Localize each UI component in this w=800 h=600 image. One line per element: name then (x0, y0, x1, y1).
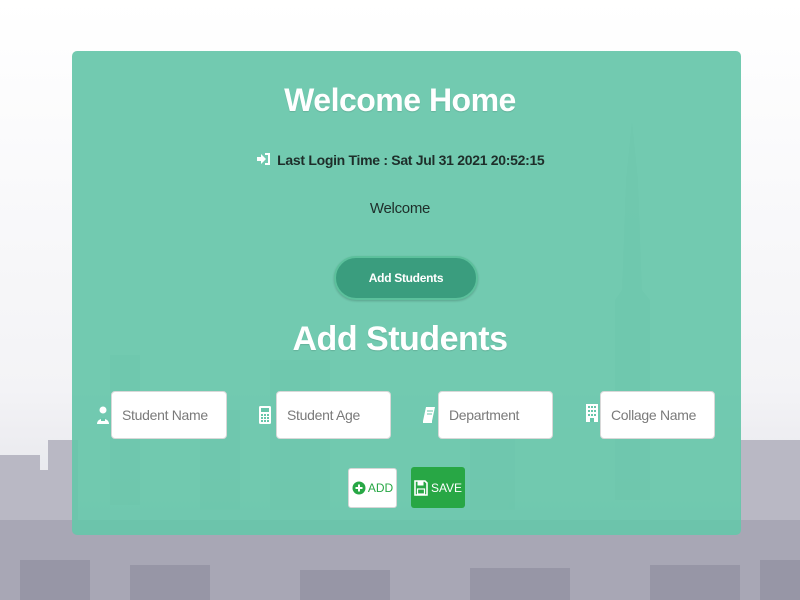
add-students-button[interactable]: Add Students (334, 256, 478, 300)
last-login-text: Last Login Time : Sat Jul 31 2021 20:52:… (277, 152, 545, 168)
student-name-input[interactable] (111, 391, 227, 439)
collage-name-input[interactable] (600, 391, 715, 439)
add-button[interactable]: ADD (348, 468, 397, 508)
calculator-icon (259, 406, 271, 424)
student-age-input[interactable] (276, 391, 391, 439)
department-input[interactable] (438, 391, 553, 439)
add-button-label: ADD (367, 481, 394, 495)
welcome-message: Welcome (369, 200, 431, 217)
user-icon (97, 406, 109, 424)
save-button[interactable]: SAVE (411, 467, 465, 508)
floppy-disk-icon (414, 479, 428, 496)
building-icon (586, 404, 598, 422)
plus-circle-icon (352, 481, 366, 495)
book-icon (423, 407, 435, 423)
sign-in-icon (256, 153, 270, 165)
add-students-heading: Add Students (292, 320, 508, 358)
last-login-line: Last Login Time : Sat Jul 31 2021 20:52:… (0, 152, 800, 168)
page-title: Welcome Home (284, 82, 516, 118)
save-button-label: SAVE (430, 480, 463, 495)
